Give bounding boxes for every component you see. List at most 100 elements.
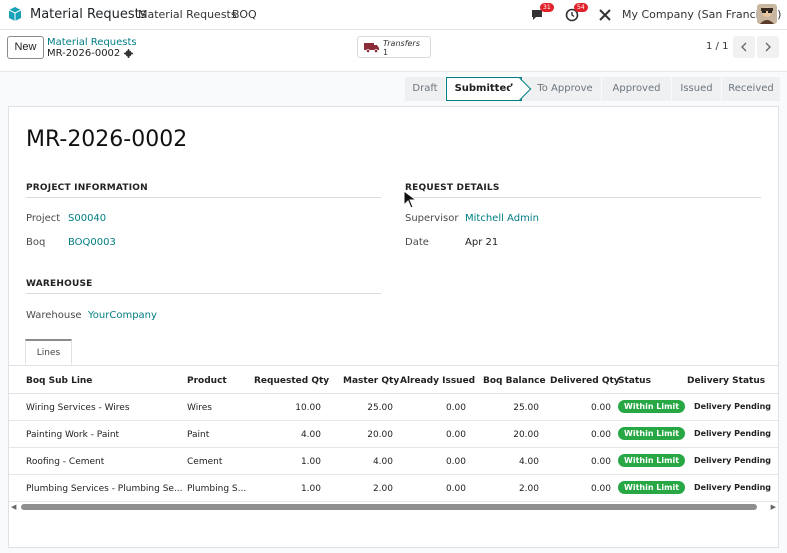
supervisor-link[interactable]: Mitchell Admin [465, 213, 539, 224]
scroll-right-icon[interactable]: ▶ [771, 503, 776, 511]
stage-issued[interactable]: Issued [672, 77, 721, 101]
smart-button-count: 1 [383, 48, 389, 57]
column-header[interactable]: Requested Qty [254, 376, 329, 386]
lines-table-header: Boq Sub Line Product Requested Qty Maste… [9, 367, 778, 394]
new-button[interactable]: New [7, 36, 44, 59]
menu-boq[interactable]: BOQ [232, 8, 257, 21]
record-name: MR-2026-0002 [47, 48, 121, 59]
cell-delivered-qty: 0.00 [590, 403, 611, 413]
column-header[interactable]: Boq Balance [483, 376, 546, 386]
column-header[interactable]: Delivery Status [687, 376, 765, 386]
stage-received[interactable]: Received [722, 77, 780, 101]
warehouse-link[interactable]: YourCompany [88, 310, 157, 321]
date-value[interactable]: Apr 21 [465, 237, 498, 248]
status-badge: Within Limit [618, 400, 686, 413]
cell-product: Cement [187, 457, 223, 467]
scroll-left-icon[interactable]: ◀ [11, 503, 16, 511]
page-title: MR-2026-0002 [26, 127, 188, 152]
cell-already-issued: 0.00 [445, 484, 466, 494]
table-row[interactable]: Painting Work - Paint Paint 4.00 20.00 0… [9, 421, 778, 448]
chevron-right-icon [765, 42, 771, 52]
column-header[interactable]: Already Issued [400, 376, 475, 386]
cell-boq-balance: 2.00 [518, 484, 539, 494]
delivery-status: Delivery Pending [694, 429, 772, 438]
delivery-status: Delivery Pending [694, 456, 772, 465]
statusbar: Draft Submitted To Approve Approved Issu… [405, 77, 781, 101]
column-header[interactable]: Boq Sub Line [26, 376, 92, 386]
cell-requested-qty: 1.00 [300, 457, 321, 467]
cell-master-qty: 20.00 [367, 430, 393, 440]
menu-material-requests[interactable]: Material Requests [138, 8, 237, 21]
mouse-cursor-icon [403, 190, 418, 209]
user-avatar[interactable] [757, 4, 777, 24]
messages-badge: 31 [540, 3, 554, 12]
horizontal-scrollbar[interactable]: ◀ ▶ [9, 503, 778, 511]
breadcrumb-current: MR-2026-0002 [47, 48, 134, 59]
boq-label: Boq [26, 237, 46, 248]
cell-requested-qty: 4.00 [300, 430, 321, 440]
cell-product: Wires [187, 403, 212, 413]
cell-boq-balance: 25.00 [513, 403, 539, 413]
date-label: Date [405, 237, 429, 248]
cell-already-issued: 0.00 [445, 430, 466, 440]
tools-icon[interactable] [598, 8, 612, 22]
cell-sub-line: Plumbing Services - Plumbing Se... [26, 484, 183, 494]
status-badge: Within Limit [618, 427, 686, 440]
messages-button[interactable]: 31 [531, 3, 554, 22]
cell-master-qty: 25.00 [367, 403, 393, 413]
scrollbar-thumb[interactable] [21, 504, 757, 510]
cell-already-issued: 0.00 [445, 403, 466, 413]
cell-master-qty: 4.00 [372, 457, 393, 467]
warehouse-label: Warehouse [26, 310, 82, 321]
transfers-smart-button[interactable]: Transfers 1 [357, 36, 431, 58]
group-title-warehouse: WAREHOUSE [26, 279, 381, 294]
group-title-request-details: REQUEST DETAILS [405, 183, 761, 198]
cell-already-issued: 0.00 [445, 457, 466, 467]
cell-sub-line: Painting Work - Paint [26, 430, 120, 440]
app-title[interactable]: Material Requests [30, 7, 147, 22]
cell-sub-line: Roofing - Cement [26, 457, 105, 467]
app-menu-icon[interactable] [8, 6, 22, 22]
cell-sub-line: Wiring Services - Wires [26, 403, 130, 413]
table-row[interactable]: Wiring Services - Wires Wires 10.00 25.0… [9, 394, 778, 421]
pager-previous-button[interactable] [733, 36, 755, 58]
group-title-project-information: PROJECT INFORMATION [26, 183, 381, 198]
table-row[interactable]: Plumbing Services - Plumbing Se... Plumb… [9, 475, 778, 502]
truck-icon [364, 43, 379, 53]
cell-product: Paint [187, 430, 210, 440]
gear-icon[interactable] [124, 49, 134, 58]
table-row[interactable]: Roofing - Cement Cement 1.00 4.00 0.00 4… [9, 448, 778, 475]
cell-delivered-qty: 0.00 [590, 430, 611, 440]
cell-boq-balance: 4.00 [518, 457, 539, 467]
form-sheet: MR-2026-0002 PROJECT INFORMATION Project… [8, 106, 779, 548]
stage-draft[interactable]: Draft [405, 77, 445, 101]
pager-value[interactable]: 1 / 1 [706, 41, 728, 52]
cell-requested-qty: 1.00 [300, 484, 321, 494]
stage-submitted[interactable]: Submitted [446, 77, 522, 101]
cell-requested-qty: 10.00 [295, 403, 321, 413]
boq-link[interactable]: BOQ0003 [68, 237, 116, 248]
breadcrumb-parent[interactable]: Material Requests [47, 37, 137, 48]
tab-divider [9, 365, 778, 366]
column-header[interactable]: Delivered Qty [550, 376, 620, 386]
avatar-image-icon [757, 4, 777, 24]
column-header[interactable]: Status [618, 376, 651, 386]
stage-to-approve[interactable]: To Approve [523, 77, 601, 101]
pager-next-button[interactable] [757, 36, 779, 58]
supervisor-label: Supervisor [405, 213, 459, 224]
cell-delivered-qty: 0.00 [590, 457, 611, 467]
stage-approved[interactable]: Approved [602, 77, 671, 101]
status-badge: Within Limit [618, 481, 686, 494]
project-label: Project [26, 213, 61, 224]
activities-button[interactable]: 54 [565, 3, 588, 22]
top-navbar: Material Requests Material Requests BOQ … [0, 0, 787, 30]
status-badge: Within Limit [618, 454, 686, 467]
smart-button-label: Transfers [383, 39, 420, 48]
delivery-status: Delivery Pending [694, 402, 772, 411]
activities-badge: 54 [574, 3, 588, 12]
tab-lines[interactable]: Lines [25, 339, 72, 365]
column-header[interactable]: Master Qty [343, 376, 399, 386]
cell-master-qty: 2.00 [372, 484, 393, 494]
column-header[interactable]: Product [187, 376, 227, 386]
project-link[interactable]: S00040 [68, 213, 106, 224]
